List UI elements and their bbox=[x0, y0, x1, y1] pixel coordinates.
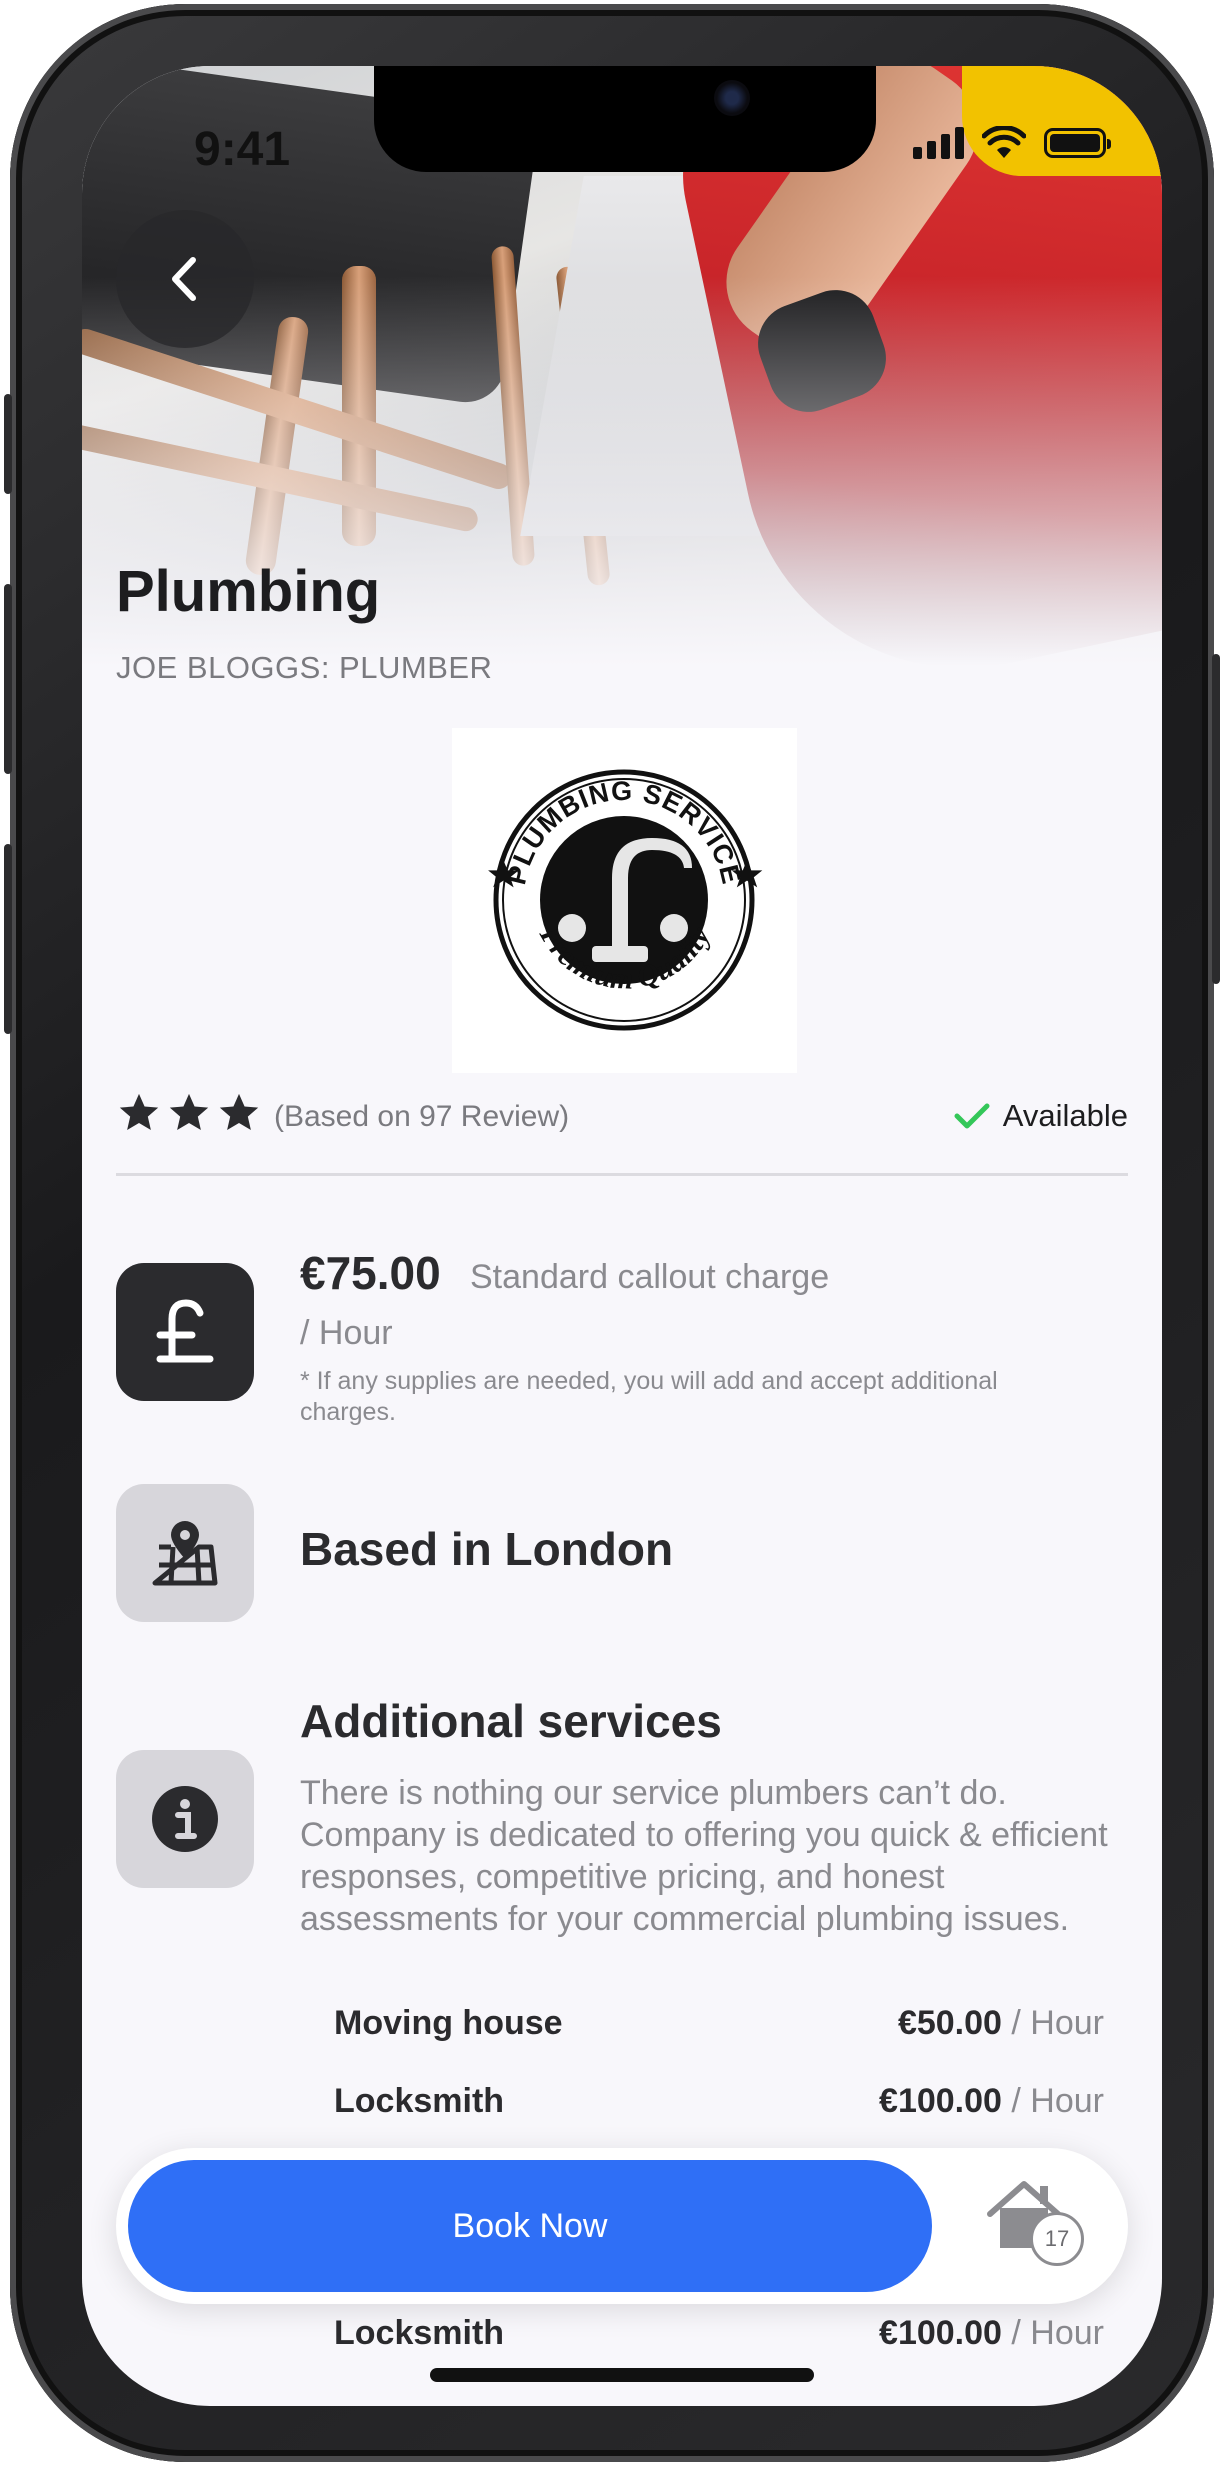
status-icons bbox=[913, 126, 1111, 160]
service-price: €50.00 / Hour bbox=[897, 2004, 1104, 2042]
availability-label: Available bbox=[1002, 1098, 1128, 1133]
callout-description: Standard callout charge bbox=[470, 1258, 830, 1296]
service-row[interactable]: Moving house €50.00 / Hour bbox=[334, 2004, 1104, 2054]
booking-bar: Book Now 17 bbox=[116, 2148, 1128, 2304]
info-icon bbox=[152, 1786, 218, 1852]
location-icon-tile bbox=[116, 1484, 254, 1622]
page-title: Plumbing bbox=[116, 559, 381, 624]
service-name: Locksmith bbox=[334, 2082, 505, 2120]
checkmark-icon bbox=[954, 1103, 990, 1129]
location-text: Based in London bbox=[300, 1523, 674, 1575]
service-name: Locksmith bbox=[334, 2314, 505, 2352]
provider-name: JOE BLOGGS: PLUMBER bbox=[116, 650, 493, 685]
volume-down-button bbox=[4, 844, 12, 1034]
action-button bbox=[4, 394, 12, 494]
signal-icon bbox=[913, 127, 964, 159]
callout-price: €75.00 bbox=[300, 1247, 441, 1299]
price-icon-tile bbox=[116, 1263, 254, 1401]
service-row[interactable]: Locksmith €100.00 / Hour bbox=[334, 2314, 1104, 2364]
back-chevron-icon bbox=[172, 257, 196, 301]
availability-status: Available bbox=[953, 1098, 1128, 1134]
service-price: €100.00 / Hour bbox=[879, 2314, 1104, 2352]
home-indicator[interactable] bbox=[430, 2368, 814, 2382]
service-name: Moving house bbox=[334, 2004, 563, 2042]
battery-icon bbox=[1044, 128, 1111, 158]
additional-services-title: Additional services bbox=[300, 1695, 722, 1747]
review-count: (Based on 97 Review) bbox=[274, 1100, 570, 1133]
screen: 9:41 Plumbing JOE BLOGGS: PLUMBER PLUMBI… bbox=[82, 66, 1162, 2406]
info-icon-tile bbox=[116, 1750, 254, 1888]
book-now-button[interactable]: Book Now bbox=[128, 2160, 932, 2292]
star-icon bbox=[169, 1093, 209, 1131]
rating-row: (Based on 97 Review) Available bbox=[116, 1086, 1128, 1146]
service-price: €100.00 / Hour bbox=[879, 2082, 1104, 2120]
star-icon bbox=[219, 1093, 259, 1131]
power-button bbox=[1212, 654, 1220, 984]
star-icon bbox=[119, 1093, 159, 1131]
camera bbox=[714, 80, 750, 116]
home-count-badge: 17 bbox=[1030, 2212, 1084, 2266]
pound-icon bbox=[156, 1299, 214, 1363]
volume-up-button bbox=[4, 584, 12, 774]
divider bbox=[116, 1173, 1128, 1176]
map-pin-icon bbox=[152, 1521, 218, 1586]
supplies-note: * If any supplies are needed, you will a… bbox=[300, 1367, 998, 1426]
home-button[interactable]: 17 bbox=[984, 2178, 1094, 2278]
plumbing-logo: PLUMBING SERVICE Premium Quality bbox=[452, 728, 797, 1073]
service-row[interactable]: Locksmith €100.00 / Hour bbox=[334, 2082, 1104, 2132]
wifi-icon bbox=[982, 126, 1026, 158]
phone-frame: 9:41 Plumbing JOE BLOGGS: PLUMBER PLUMBI… bbox=[4, 4, 1220, 2462]
status-time: 9:41 bbox=[194, 123, 291, 176]
back-button[interactable] bbox=[116, 210, 254, 348]
star-rating bbox=[116, 1090, 262, 1136]
price-unit: / Hour bbox=[300, 1314, 393, 1352]
notch bbox=[374, 66, 876, 172]
additional-services-description: There is nothing our service plumbers ca… bbox=[300, 1774, 1108, 1938]
